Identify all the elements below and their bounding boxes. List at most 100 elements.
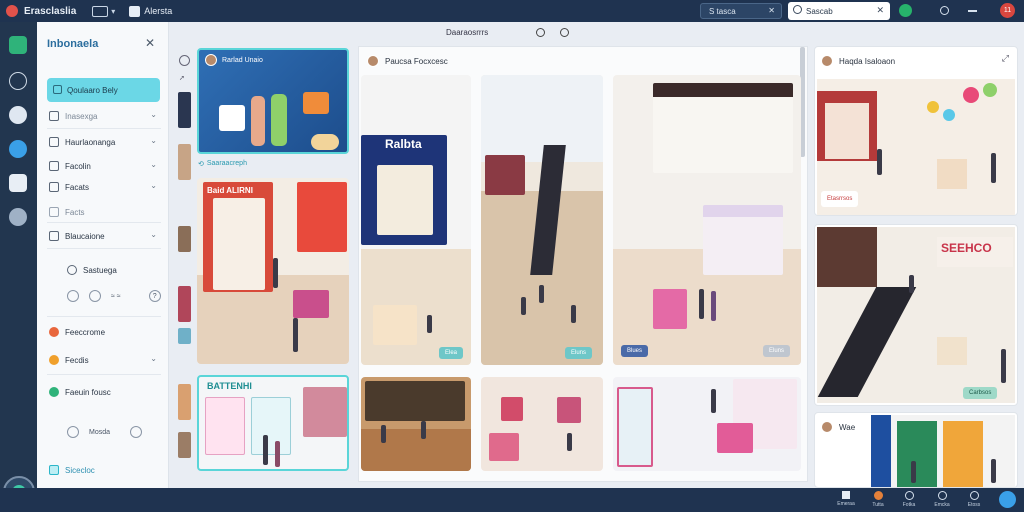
photo-badge[interactable]: Blues <box>621 345 649 357</box>
panel-item[interactable]: Feeccrome <box>49 324 157 340</box>
store-front <box>897 421 937 487</box>
expand-icon[interactable]: ⤢ <box>1002 53 1009 64</box>
panel-item[interactable]: Facolin ⌄ <box>49 158 157 174</box>
document-icon[interactable] <box>129 5 141 17</box>
promo-card[interactable]: Rarlad Unaio <box>197 48 349 154</box>
mall-photo-card[interactable]: Eluns <box>481 75 603 365</box>
search-icon[interactable] <box>560 28 569 37</box>
avatar[interactable]: 11 <box>1000 3 1015 18</box>
panel-item[interactable]: Haurlaonanga ⌄ <box>49 134 157 150</box>
shield-icon[interactable] <box>9 174 27 192</box>
bottom-bar-label: Emeraa <box>837 501 855 507</box>
arrow-icon[interactable]: ➚ <box>179 74 185 82</box>
panel-item-label: Blaucaione <box>65 231 105 241</box>
panel-item-active[interactable]: Qoulaaro Bely <box>47 78 160 102</box>
figure-shape <box>251 96 265 146</box>
bottom-bar-item[interactable]: Emeraa <box>834 491 858 507</box>
people-icon[interactable] <box>9 106 27 124</box>
shopper <box>991 459 996 483</box>
store-front <box>251 397 291 455</box>
mall-photo: SEEHCO Carbsos <box>817 227 1015 403</box>
balloon <box>927 101 939 113</box>
thumbnail[interactable] <box>178 384 191 420</box>
close-icon[interactable]: ✕ <box>768 6 775 15</box>
info-icon[interactable] <box>130 426 143 438</box>
right-card[interactable]: Wae <box>814 412 1018 488</box>
help-icon[interactable]: ? <box>148 290 161 302</box>
thumbnail[interactable] <box>178 432 191 458</box>
mall-photo-card[interactable] <box>361 377 471 471</box>
bottom-bar-item[interactable]: Tutta <box>866 491 890 508</box>
panel-item[interactable]: Fecdis ⌄ <box>49 352 157 368</box>
panel-mini-controls-2: Mosda <box>67 426 143 438</box>
store-card[interactable]: BATTENHI <box>197 375 349 471</box>
photo-badge[interactable]: Carbsos <box>963 387 998 399</box>
panel-item[interactable]: Facts <box>49 204 157 220</box>
bottom-bar-item[interactable]: Fotka <box>897 491 921 508</box>
thumbnail[interactable] <box>178 92 191 128</box>
settings-icon[interactable] <box>999 491 1016 508</box>
promo-caption[interactable]: ⟲ Saaraacreph <box>198 160 247 168</box>
display-cart <box>489 433 519 461</box>
search-input[interactable]: Sascab ✕ <box>788 2 890 20</box>
photo-badge[interactable]: Elea <box>439 347 464 359</box>
panel-item[interactable]: Inasexga ⌄ <box>49 108 157 124</box>
clear-search-icon[interactable]: ✕ <box>876 5 884 16</box>
display-cart <box>557 397 581 423</box>
refresh-icon[interactable] <box>536 28 545 37</box>
mail-icon[interactable] <box>92 5 109 17</box>
bottom-bar-item[interactable]: Emcka <box>930 491 954 508</box>
divider <box>47 248 161 249</box>
thumbnail[interactable] <box>178 226 191 252</box>
store-card[interactable]: Baid ALIRNI <box>197 178 349 364</box>
clock-icon[interactable] <box>9 72 27 90</box>
store-front-lower <box>703 205 783 275</box>
thumbnail[interactable] <box>178 286 191 322</box>
add-icon[interactable] <box>179 55 190 66</box>
thumbnail[interactable] <box>178 144 191 180</box>
chat-icon[interactable] <box>9 140 27 158</box>
chevron-down-icon[interactable]: ▾ <box>111 7 115 16</box>
panel-item[interactable]: Blaucaione ⌄ <box>49 228 157 244</box>
toggle-icon[interactable] <box>67 426 79 438</box>
notification-icon[interactable] <box>940 6 949 15</box>
thumbnail[interactable] <box>178 328 191 344</box>
panel-subitem[interactable]: Sastuega <box>67 262 157 278</box>
panel-item-label: Inasexga <box>65 111 98 121</box>
mall-photo-card[interactable] <box>481 377 603 471</box>
display-cart <box>653 289 687 329</box>
photo-badge[interactable]: Etasrrsos <box>821 191 859 207</box>
chevron-down-icon: ⌄ <box>150 230 157 239</box>
bottom-bar-item[interactable]: Etoss <box>962 491 986 508</box>
toggle-icon[interactable] <box>67 290 79 302</box>
panel-item[interactable]: Faeuin fousc <box>49 384 157 400</box>
status-icon[interactable] <box>899 4 912 17</box>
mall-photo: Etasrrsos <box>817 79 1015 215</box>
photo-badge[interactable]: Eluns <box>763 345 791 357</box>
skylight <box>481 75 603 162</box>
bottom-bar-label: Fotka <box>902 502 916 508</box>
mall-photo-card[interactable] <box>613 377 801 471</box>
shopper <box>275 441 280 467</box>
search-value: Sascab <box>806 6 833 16</box>
panel-item[interactable]: Facats ⌄ <box>49 179 157 195</box>
minimize-icon[interactable] <box>968 10 977 12</box>
mall-photo-card[interactable]: Blues Eluns <box>613 75 801 365</box>
content-header-title: Daaraosrrrs <box>446 28 489 37</box>
photo-badge[interactable]: Eluns <box>565 347 593 359</box>
app-logo-icon[interactable] <box>6 5 18 17</box>
panel-footer-item[interactable]: Sicecloc <box>49 462 157 478</box>
store-front <box>297 182 347 252</box>
display-stand <box>937 159 967 189</box>
clover-icon[interactable] <box>9 36 27 54</box>
close-icon[interactable]: ✕ <box>145 36 155 50</box>
mall-photo-card[interactable]: Ralbta Elea <box>361 75 471 365</box>
list-icon <box>49 111 59 121</box>
avatar[interactable] <box>367 55 379 67</box>
panel-mini-controls: ≈ ≈ ? <box>67 290 161 302</box>
info-icon[interactable] <box>89 290 101 302</box>
right-card[interactable]: SEEHCO Carbsos <box>814 224 1018 406</box>
secondary-search-field[interactable]: S tasca ✕ <box>700 3 782 19</box>
gear-icon[interactable] <box>9 208 27 226</box>
right-card[interactable]: Haqda Isaloaon ⤢ Etasrrsos <box>814 46 1018 216</box>
